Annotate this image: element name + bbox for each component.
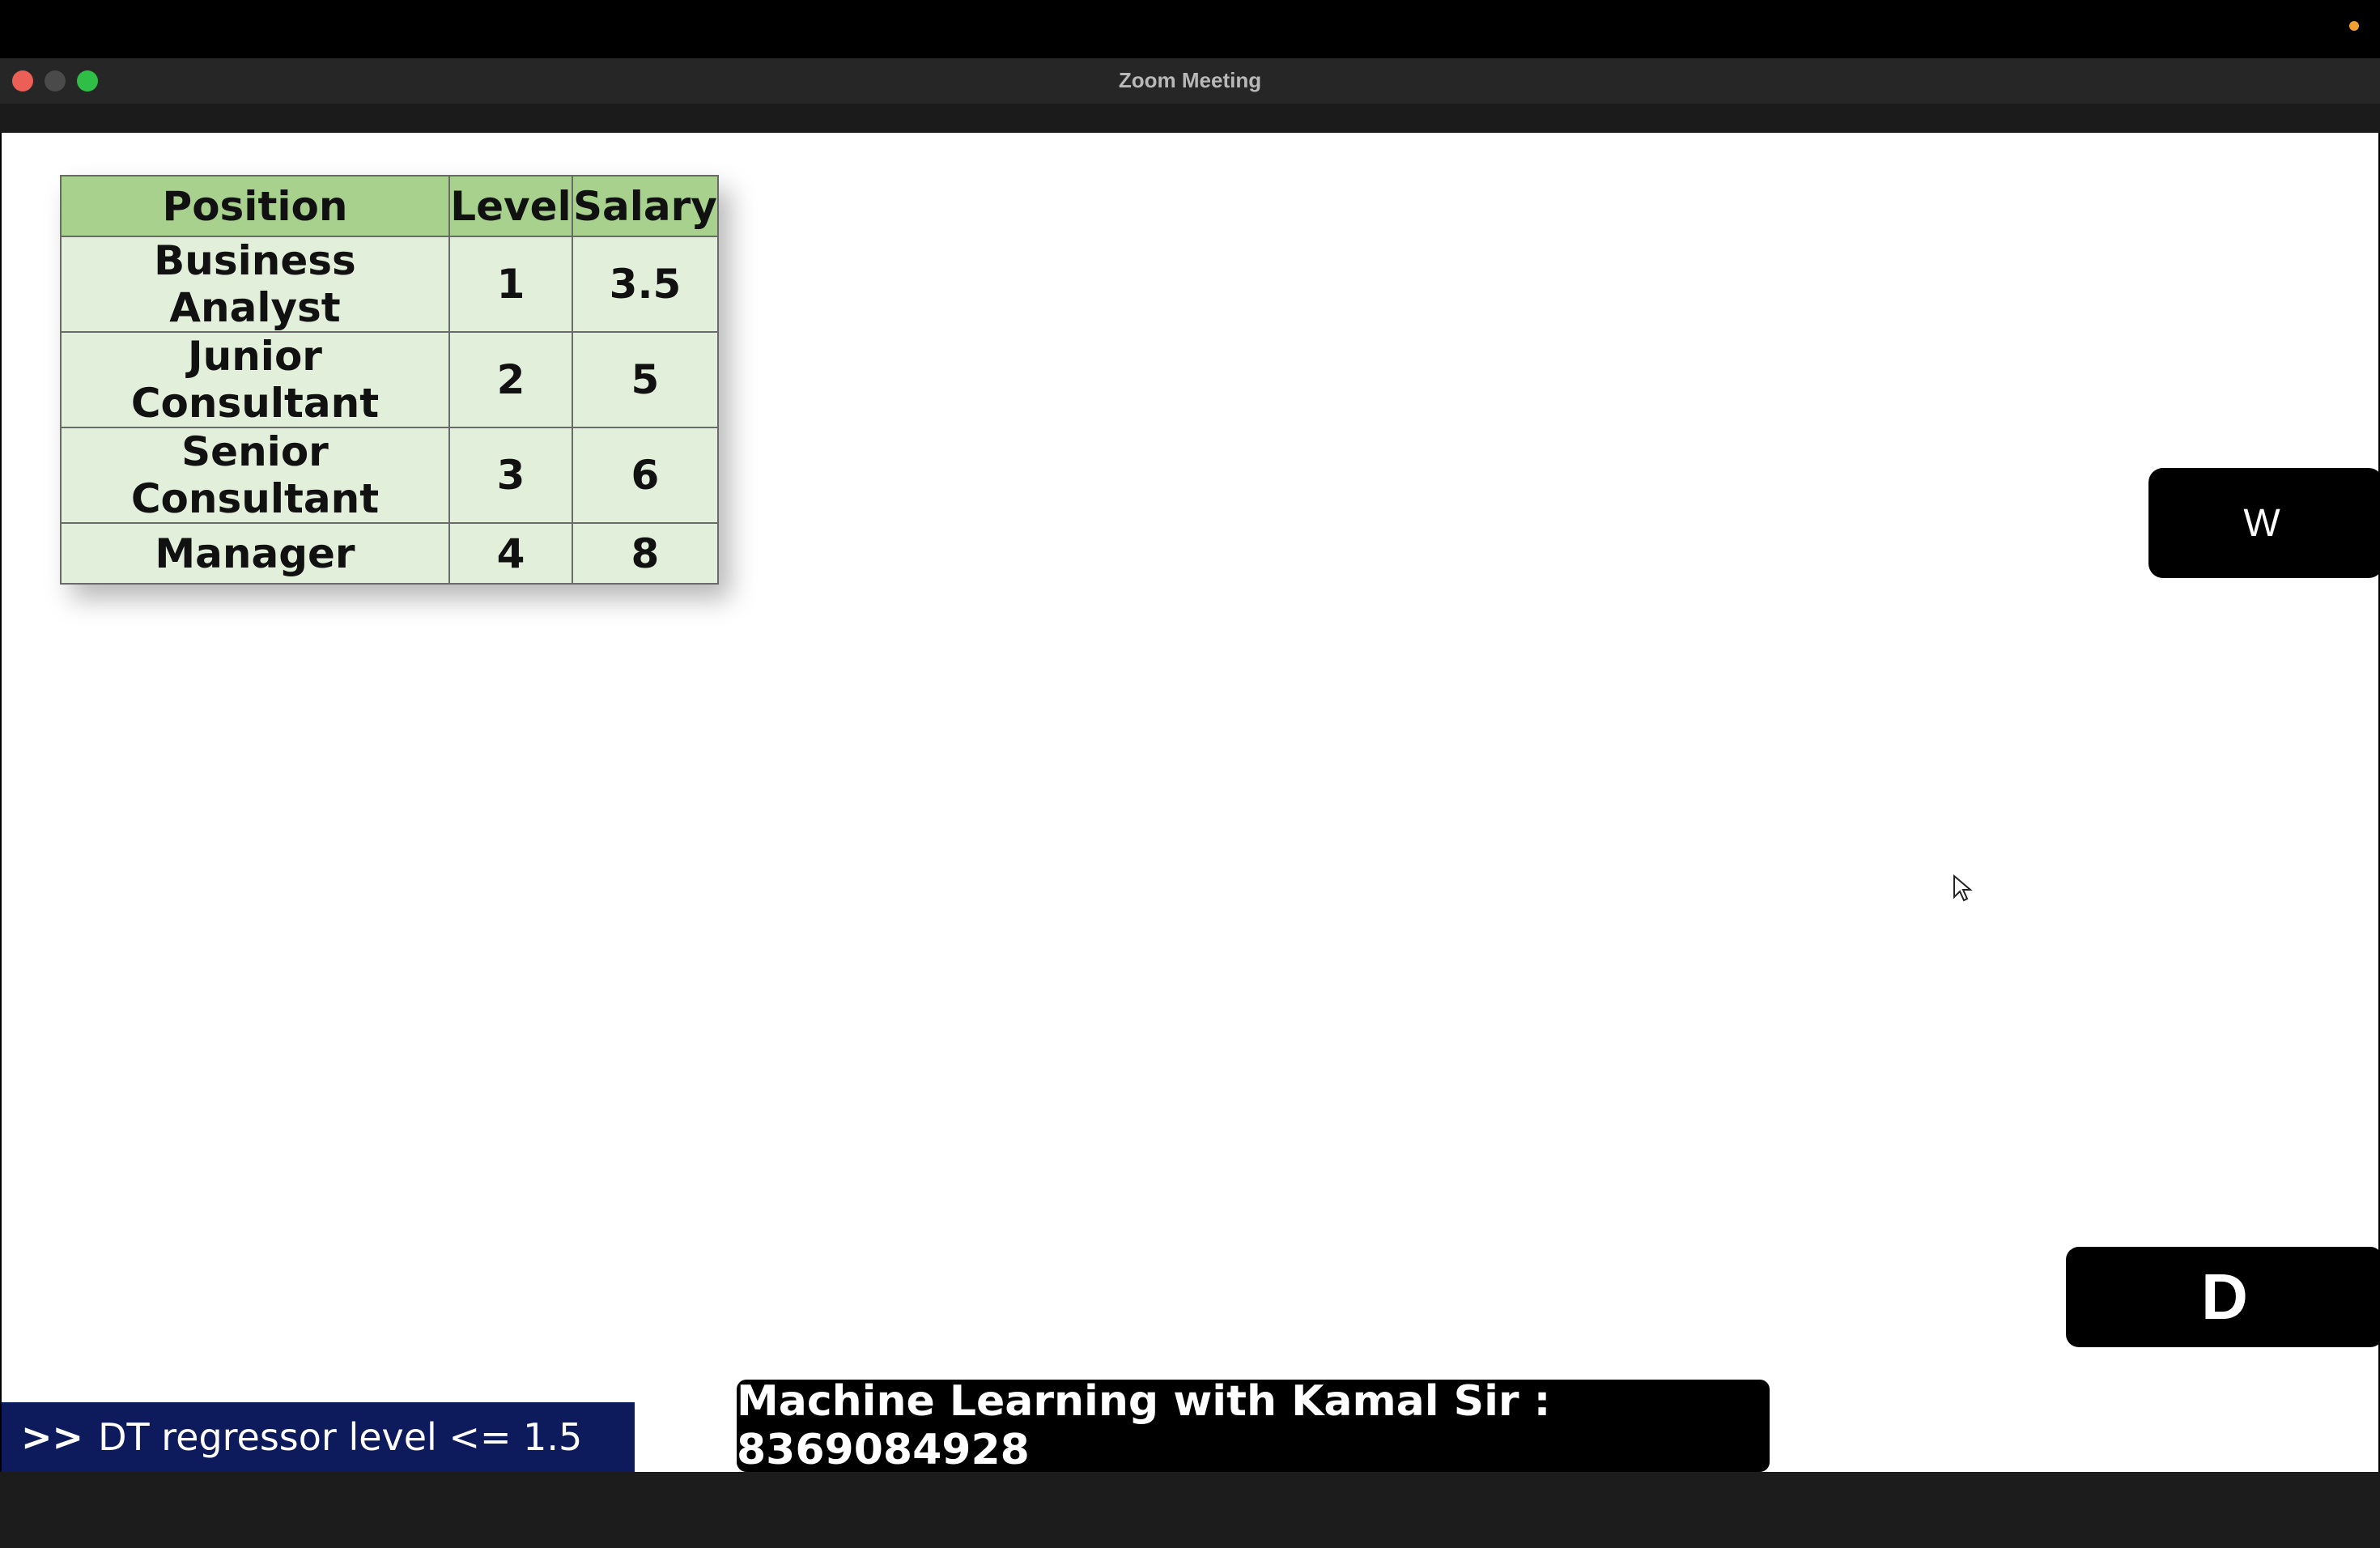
- table-header-row: Position Level Salary: [60, 175, 719, 237]
- command-text: DT regressor level <= 1.5: [98, 1415, 583, 1459]
- header-salary: Salary: [572, 175, 719, 237]
- cell-salary: 6: [572, 427, 719, 524]
- table-row: Business Analyst 1 3.5: [60, 236, 719, 333]
- cell-level: 3: [448, 427, 573, 524]
- recording-indicator-icon: [2349, 21, 2359, 31]
- participant-initial: W: [2243, 501, 2280, 545]
- meeting-top-strip: [0, 104, 2380, 133]
- cell-salary: 5: [572, 331, 719, 428]
- shared-screen: Position Level Salary Business Analyst 1…: [2, 133, 2378, 1472]
- mouse-pointer-icon: [1953, 874, 1973, 902]
- cell-salary: 8: [572, 522, 719, 585]
- meeting-bottom-bar: [0, 1472, 2380, 1548]
- cell-position: Business Analyst: [60, 236, 450, 333]
- cell-level: 4: [448, 522, 573, 585]
- window-title: Zoom Meeting: [1118, 68, 1262, 92]
- cell-position: Senior Consultant: [60, 427, 450, 524]
- banner-text: Machine Learning with Kamal Sir : 836908…: [737, 1377, 1551, 1472]
- promo-banner: Machine Learning with Kamal Sir : 836908…: [737, 1377, 1770, 1472]
- cell-level: 1: [448, 236, 573, 333]
- table-row: Manager 4 8: [60, 522, 719, 585]
- cell-position: Junior Consultant: [60, 331, 450, 428]
- table-row: Junior Consultant 2 5: [60, 331, 719, 428]
- participant-initial: D: [2201, 1261, 2248, 1333]
- system-menubar: [0, 0, 2380, 58]
- participant-tile-w[interactable]: W: [2148, 468, 2380, 578]
- participant-tile-d[interactable]: D: [2066, 1247, 2380, 1347]
- prompt-symbol: >>: [21, 1415, 84, 1459]
- command-caption: >> DT regressor level <= 1.5: [2, 1402, 635, 1472]
- cell-level: 2: [448, 331, 573, 428]
- header-position: Position: [60, 175, 450, 237]
- header-level: Level: [448, 175, 573, 237]
- cell-salary: 3.5: [572, 236, 719, 333]
- cell-position: Manager: [60, 522, 450, 585]
- salary-table: Position Level Salary Business Analyst 1…: [60, 175, 719, 585]
- table-row: Senior Consultant 3 6: [60, 427, 719, 524]
